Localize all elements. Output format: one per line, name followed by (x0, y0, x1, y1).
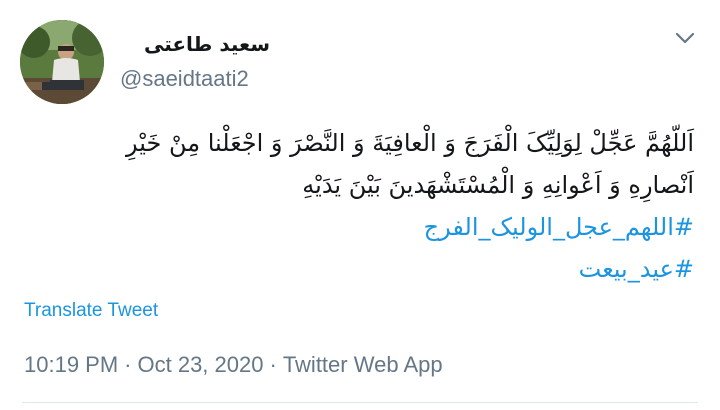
user-info: سعید طاعتی @saeidtaati2 (120, 30, 270, 94)
more-options-button[interactable] (672, 28, 698, 48)
tweet-text: اَللّهُمَّ عَجِّلْ لِوَلِیِّکَ الْفَرَجَ… (20, 122, 694, 290)
tweet-source[interactable]: Twitter Web App (283, 352, 443, 377)
chevron-down-icon (675, 32, 695, 44)
meta-separator: · (269, 352, 277, 377)
tweet-meta: 10:19 PM · Oct 23, 2020 · Twitter Web App (24, 350, 443, 380)
meta-separator: · (124, 352, 132, 377)
tweet-card: سعید طاعتی @saeidtaati2 اَللّهُمَّ عَجِّ… (0, 0, 720, 410)
tweet-text-line: اَنْصارِهِ وَ اَعْوانِهِ وَ الْمُسْتَشْه… (302, 171, 694, 199)
divider (22, 402, 698, 403)
hashtag-link[interactable]: #اللهم_عجل_الولیک_الفرج (20, 206, 694, 248)
avatar[interactable] (20, 20, 104, 104)
display-name[interactable]: سعید طاعتی (120, 30, 270, 58)
avatar-photo (20, 20, 104, 104)
tweet-date[interactable]: Oct 23, 2020 (138, 352, 264, 377)
tweet-time[interactable]: 10:19 PM (24, 352, 118, 377)
user-handle[interactable]: @saeidtaati2 (120, 64, 270, 94)
tweet-text-line: اَللّهُمَّ عَجِّلْ لِوَلِیِّکَ الْفَرَجَ… (126, 129, 694, 157)
hashtag-link[interactable]: #عید_بیعت (20, 248, 694, 290)
translate-tweet-link[interactable]: Translate Tweet (24, 298, 158, 324)
